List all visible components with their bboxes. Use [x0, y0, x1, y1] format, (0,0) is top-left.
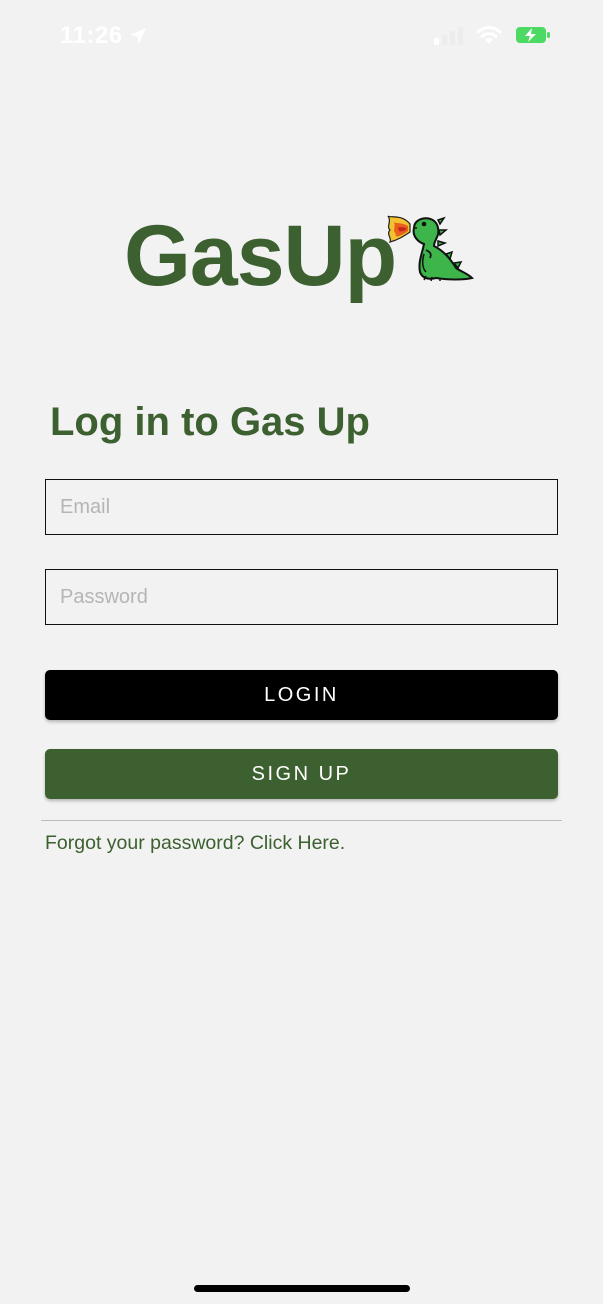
status-time: 11:26: [60, 22, 123, 49]
cellular-signal-icon: [434, 27, 463, 45]
battery-charging-icon: [516, 27, 550, 43]
status-bar: 11:26: [0, 0, 603, 72]
location-arrow-icon: [130, 28, 146, 44]
page-title: Log in to Gas Up: [50, 400, 370, 444]
logo-text: GasUp: [124, 208, 397, 304]
password-field[interactable]: [45, 569, 558, 625]
sign-up-button[interactable]: SIGN UP: [45, 749, 558, 799]
home-indicator[interactable]: [194, 1285, 410, 1292]
wifi-icon: [476, 26, 502, 44]
divider: [41, 820, 562, 821]
forgot-password-link[interactable]: Forgot your password? Click Here.: [45, 832, 345, 855]
login-button[interactable]: LOGIN: [45, 670, 558, 720]
email-field[interactable]: [45, 479, 558, 535]
fire-breathing-dinosaur-icon: [387, 215, 474, 282]
